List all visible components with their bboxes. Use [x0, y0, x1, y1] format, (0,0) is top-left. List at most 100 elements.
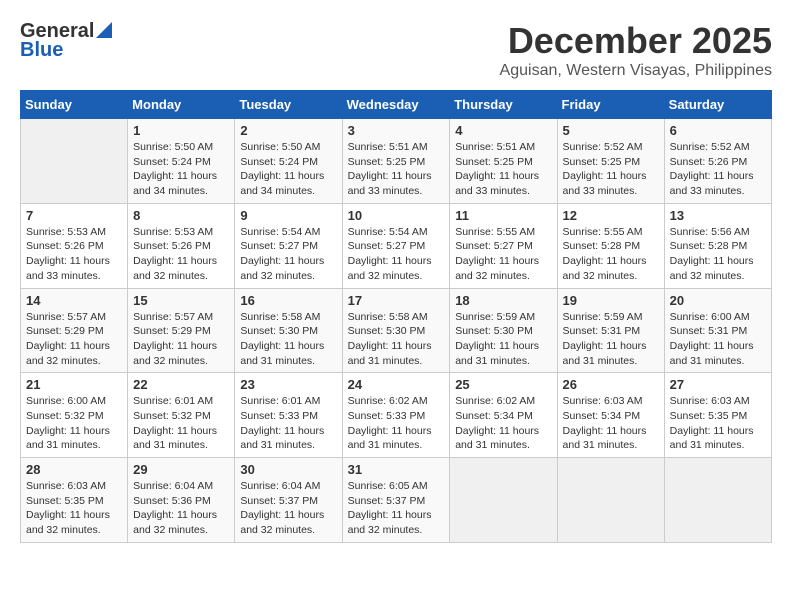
calendar-cell [450, 458, 557, 543]
calendar-day-header: Monday [128, 91, 235, 119]
calendar-cell: 5Sunrise: 5:52 AM Sunset: 5:25 PM Daylig… [557, 119, 664, 204]
calendar-cell: 2 Sunrise: 5:50 AM Sunset: 5:24 PM Daylig… [235, 119, 342, 204]
calendar-table: SundayMondayTuesdayWednesdayThursdayFrid… [20, 90, 772, 543]
calendar-cell: 3 Sunrise: 5:51 AM Sunset: 5:25 PM Daylig… [342, 119, 450, 204]
day-number: 17 [348, 293, 445, 308]
day-number: 22 [133, 377, 229, 392]
cell-info: Sunrise: 5:51 AM Sunset: 5:25 PM Dayligh… [348, 140, 445, 199]
calendar-cell: 15 Sunrise: 5:57 AM Sunset: 5:29 PM Dayli… [128, 288, 235, 373]
calendar-cell: 10 Sunrise: 5:54 AM Sunset: 5:27 PM Dayli… [342, 203, 450, 288]
calendar-cell [21, 119, 128, 204]
calendar-week-row: 7 Sunrise: 5:53 AM Sunset: 5:26 PM Daylig… [21, 203, 772, 288]
cell-info: Sunrise: 6:03 AM Sunset: 5:35 PM Dayligh… [26, 479, 122, 538]
calendar-cell: 1Sunrise: 5:50 AM Sunset: 5:24 PM Daylig… [128, 119, 235, 204]
day-number: 27 [670, 377, 766, 392]
calendar-day-header: Wednesday [342, 91, 450, 119]
cell-info: Sunrise: 6:00 AM Sunset: 5:31 PM Dayligh… [670, 310, 766, 369]
logo-triangle-icon [96, 22, 112, 43]
cell-info: Sunrise: 5:52 AM Sunset: 5:26 PM Dayligh… [670, 140, 766, 199]
day-number: 6 [670, 123, 766, 138]
cell-info: Sunrise: 6:03 AM Sunset: 5:34 PM Dayligh… [563, 394, 659, 453]
location-subtitle: Aguisan, Western Visayas, Philippines [500, 62, 772, 80]
day-number: 23 [240, 377, 336, 392]
calendar-cell: 29 Sunrise: 6:04 AM Sunset: 5:36 PM Dayli… [128, 458, 235, 543]
calendar-cell: 14Sunrise: 5:57 AM Sunset: 5:29 PM Dayli… [21, 288, 128, 373]
cell-info: Sunrise: 6:01 AM Sunset: 5:33 PM Dayligh… [240, 394, 336, 453]
calendar-cell [664, 458, 771, 543]
cell-info: Sunrise: 6:02 AM Sunset: 5:34 PM Dayligh… [455, 394, 551, 453]
calendar-cell: 7 Sunrise: 5:53 AM Sunset: 5:26 PM Daylig… [21, 203, 128, 288]
cell-info: Sunrise: 6:04 AM Sunset: 5:37 PM Dayligh… [240, 479, 336, 538]
cell-info: Sunrise: 5:54 AM Sunset: 5:27 PM Dayligh… [348, 225, 445, 284]
day-number: 11 [455, 208, 551, 223]
cell-info: Sunrise: 5:59 AM Sunset: 5:30 PM Dayligh… [455, 310, 551, 369]
day-number: 10 [348, 208, 445, 223]
calendar-cell: 9Sunrise: 5:54 AM Sunset: 5:27 PM Daylig… [235, 203, 342, 288]
day-number: 19 [563, 293, 659, 308]
cell-info: Sunrise: 5:53 AM Sunset: 5:26 PM Dayligh… [26, 225, 122, 284]
cell-info: Sunrise: 5:53 AM Sunset: 5:26 PM Dayligh… [133, 225, 229, 284]
cell-info: Sunrise: 5:58 AM Sunset: 5:30 PM Dayligh… [348, 310, 445, 369]
calendar-cell: 6 Sunrise: 5:52 AM Sunset: 5:26 PM Daylig… [664, 119, 771, 204]
day-number: 24 [348, 377, 445, 392]
day-number: 12 [563, 208, 659, 223]
calendar-cell: 27 Sunrise: 6:03 AM Sunset: 5:35 PM Dayli… [664, 373, 771, 458]
calendar-cell: 28 Sunrise: 6:03 AM Sunset: 5:35 PM Dayli… [21, 458, 128, 543]
day-number: 3 [348, 123, 445, 138]
calendar-cell: 24 Sunrise: 6:02 AM Sunset: 5:33 PM Dayli… [342, 373, 450, 458]
calendar-cell: 11 Sunrise: 5:55 AM Sunset: 5:27 PM Dayli… [450, 203, 557, 288]
calendar-cell: 21Sunrise: 6:00 AM Sunset: 5:32 PM Dayli… [21, 373, 128, 458]
calendar-cell: 13 Sunrise: 5:56 AM Sunset: 5:28 PM Dayli… [664, 203, 771, 288]
cell-info: Sunrise: 6:01 AM Sunset: 5:32 PM Dayligh… [133, 394, 229, 453]
calendar-day-header: Sunday [21, 91, 128, 119]
day-number: 4 [455, 123, 551, 138]
calendar-day-header: Tuesday [235, 91, 342, 119]
cell-info: Sunrise: 5:59 AM Sunset: 5:31 PM Dayligh… [563, 310, 659, 369]
day-number: 29 [133, 462, 229, 477]
cell-info: Sunrise: 5:57 AM Sunset: 5:29 PM Dayligh… [26, 310, 122, 369]
title-section: December 2025 Aguisan, Western Visayas, … [500, 20, 772, 80]
calendar-cell: 16 Sunrise: 5:58 AM Sunset: 5:30 PM Dayli… [235, 288, 342, 373]
day-number: 15 [133, 293, 229, 308]
calendar-cell: 18 Sunrise: 5:59 AM Sunset: 5:30 PM Dayli… [450, 288, 557, 373]
month-year-title: December 2025 [500, 20, 772, 62]
cell-info: Sunrise: 5:50 AM Sunset: 5:24 PM Dayligh… [240, 140, 336, 199]
calendar-cell: 19 Sunrise: 5:59 AM Sunset: 5:31 PM Dayli… [557, 288, 664, 373]
day-number: 21 [26, 377, 122, 392]
calendar-day-header: Friday [557, 91, 664, 119]
cell-info: Sunrise: 5:55 AM Sunset: 5:27 PM Dayligh… [455, 225, 551, 284]
day-number: 28 [26, 462, 122, 477]
day-number: 13 [670, 208, 766, 223]
day-number: 20 [670, 293, 766, 308]
cell-info: Sunrise: 6:03 AM Sunset: 5:35 PM Dayligh… [670, 394, 766, 453]
day-number: 9 [240, 208, 336, 223]
day-number: 1 [133, 123, 229, 138]
page-header: General Blue December 2025 Aguisan, West… [20, 20, 772, 80]
cell-info: Sunrise: 5:55 AM Sunset: 5:28 PM Dayligh… [563, 225, 659, 284]
calendar-cell: 22 Sunrise: 6:01 AM Sunset: 5:32 PM Dayli… [128, 373, 235, 458]
cell-info: Sunrise: 5:52 AM Sunset: 5:25 PM Dayligh… [563, 140, 659, 199]
logo: General Blue [20, 20, 112, 62]
day-number: 30 [240, 462, 336, 477]
cell-info: Sunrise: 6:05 AM Sunset: 5:37 PM Dayligh… [348, 479, 445, 538]
calendar-cell: 31Sunrise: 6:05 AM Sunset: 5:37 PM Dayli… [342, 458, 450, 543]
cell-info: Sunrise: 6:02 AM Sunset: 5:33 PM Dayligh… [348, 394, 445, 453]
cell-info: Sunrise: 5:57 AM Sunset: 5:29 PM Dayligh… [133, 310, 229, 369]
cell-info: Sunrise: 6:04 AM Sunset: 5:36 PM Dayligh… [133, 479, 229, 538]
calendar-cell: 25 Sunrise: 6:02 AM Sunset: 5:34 PM Dayli… [450, 373, 557, 458]
day-number: 7 [26, 208, 122, 223]
calendar-cell: 17 Sunrise: 5:58 AM Sunset: 5:30 PM Dayli… [342, 288, 450, 373]
day-number: 16 [240, 293, 336, 308]
calendar-day-header: Thursday [450, 91, 557, 119]
day-number: 18 [455, 293, 551, 308]
day-number: 25 [455, 377, 551, 392]
calendar-cell [557, 458, 664, 543]
calendar-cell: 12 Sunrise: 5:55 AM Sunset: 5:28 PM Dayli… [557, 203, 664, 288]
cell-info: Sunrise: 5:56 AM Sunset: 5:28 PM Dayligh… [670, 225, 766, 284]
calendar-week-row: 14Sunrise: 5:57 AM Sunset: 5:29 PM Dayli… [21, 288, 772, 373]
logo-blue-text: Blue [20, 39, 63, 62]
calendar-cell: 30 Sunrise: 6:04 AM Sunset: 5:37 PM Dayli… [235, 458, 342, 543]
calendar-week-row: 21Sunrise: 6:00 AM Sunset: 5:32 PM Dayli… [21, 373, 772, 458]
day-number: 2 [240, 123, 336, 138]
cell-info: Sunrise: 5:58 AM Sunset: 5:30 PM Dayligh… [240, 310, 336, 369]
